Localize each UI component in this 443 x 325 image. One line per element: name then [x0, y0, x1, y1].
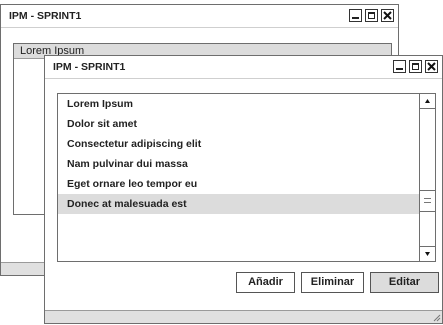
list-item[interactable]: Nam pulvinar dui massa	[58, 154, 419, 174]
arrow-up-icon	[425, 99, 430, 103]
close-button[interactable]	[425, 60, 438, 73]
window-title: IPM - SPRINT1	[9, 10, 82, 22]
list-item-label: Donec at malesuada est	[67, 198, 187, 210]
minimize-button[interactable]	[349, 9, 362, 22]
list-item[interactable]: Lorem Ipsum	[58, 94, 419, 114]
item-list[interactable]: Lorem Ipsum Dolor sit amet Consectetur a…	[57, 93, 436, 262]
list-item-label: Nam pulvinar dui massa	[67, 158, 188, 170]
vertical-scrollbar[interactable]	[419, 94, 435, 261]
list-item[interactable]: Consectetur adipiscing elit	[58, 134, 419, 154]
list-item[interactable]: Dolor sit amet	[58, 114, 419, 134]
foreground-window: IPM - SPRINT1 Lorem Ipsum Dolor sit amet…	[44, 55, 443, 324]
list-item-label: Dolor sit amet	[67, 118, 138, 130]
scroll-thumb[interactable]	[420, 190, 435, 212]
title-bar[interactable]: IPM - SPRINT1	[45, 56, 442, 79]
list-item-label: Lorem Ipsum	[67, 98, 133, 110]
minimize-button[interactable]	[393, 60, 406, 73]
status-bar	[45, 310, 442, 323]
list-item-label: Consectetur adipiscing elit	[67, 138, 202, 150]
delete-button[interactable]: Eliminar	[301, 272, 364, 293]
arrow-down-icon	[425, 252, 430, 256]
window-title: IPM - SPRINT1	[53, 61, 126, 73]
list-item-selected[interactable]: Donec at malesuada est	[58, 194, 419, 214]
resize-grip-icon[interactable]	[431, 312, 441, 322]
add-button[interactable]: Añadir	[236, 272, 295, 293]
title-bar[interactable]: IPM - SPRINT1	[1, 5, 398, 28]
close-icon	[383, 11, 392, 20]
list-item[interactable]: Eget ornare leo tempor eu	[58, 174, 419, 194]
maximize-button[interactable]	[409, 60, 422, 73]
maximize-button[interactable]	[365, 9, 378, 22]
close-button[interactable]	[381, 9, 394, 22]
scroll-up-button[interactable]	[420, 94, 435, 109]
list-item-label: Eget ornare leo tempor eu	[67, 178, 198, 190]
scroll-down-button[interactable]	[420, 246, 435, 261]
edit-button[interactable]: Editar	[370, 272, 439, 293]
close-icon	[427, 62, 436, 71]
